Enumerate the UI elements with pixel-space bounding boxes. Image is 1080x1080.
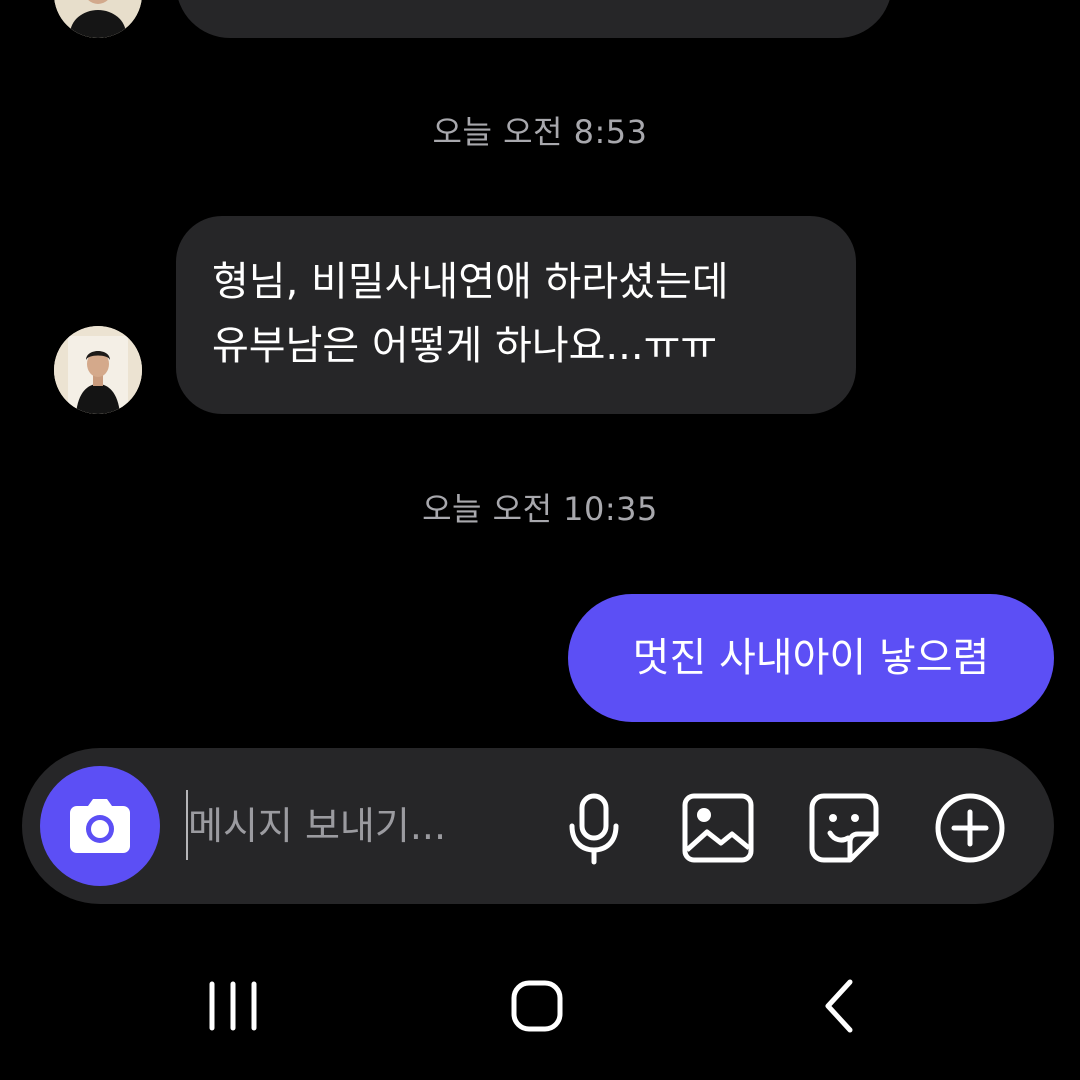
recents-button[interactable] [188, 966, 278, 1056]
home-icon [511, 980, 563, 1032]
previous-message-bubble[interactable] [176, 0, 892, 38]
plus-circle-icon [935, 793, 1005, 863]
sticker-button[interactable] [806, 790, 882, 866]
contact-avatar[interactable] [54, 326, 142, 414]
message-composer [22, 748, 1054, 904]
back-button[interactable] [796, 966, 886, 1056]
contact-photo-icon [54, 0, 142, 38]
timestamp-divider: 오늘 오전 8:53 [432, 113, 648, 151]
image-gallery-icon [682, 793, 754, 863]
contact-avatar-previous[interactable] [54, 0, 142, 38]
back-icon [825, 979, 853, 1033]
camera-icon [70, 799, 130, 853]
recents-icon [209, 981, 257, 1031]
microphone-button[interactable] [556, 790, 632, 866]
gallery-button[interactable] [680, 790, 756, 866]
add-attachment-button[interactable] [932, 790, 1008, 866]
incoming-message-bubble[interactable]: 형님, 비밀사내연애 하라셨는데 유부남은 어떻게 하나요...ㅠㅠ [176, 216, 856, 414]
microphone-icon [569, 793, 619, 865]
contact-photo-icon [54, 326, 142, 414]
outgoing-message-bubble[interactable]: 멋진 사내아이 낳으렴 [568, 594, 1054, 722]
message-input[interactable] [188, 796, 538, 856]
timestamp-divider: 오늘 오전 10:35 [422, 490, 658, 528]
camera-button[interactable] [40, 766, 160, 886]
sticker-icon [809, 793, 879, 863]
home-button[interactable] [492, 966, 582, 1056]
